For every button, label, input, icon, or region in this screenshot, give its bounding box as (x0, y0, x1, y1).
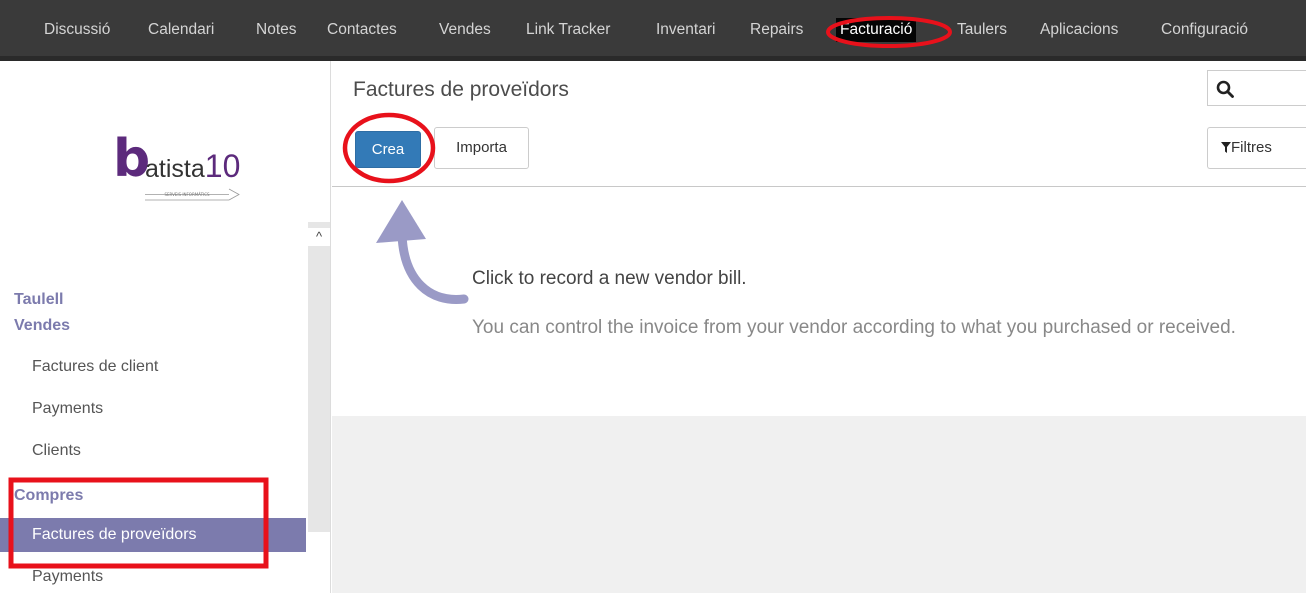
menu-item-vendes[interactable]: Vendes (439, 18, 491, 42)
filters-button[interactable]: Filtres (1207, 127, 1306, 169)
search-icon (1216, 80, 1234, 98)
sidebar-scrollbar[interactable] (308, 222, 330, 532)
sidebar-heading-dashboard[interactable]: Taulell (14, 290, 64, 310)
scroll-up-icon[interactable]: ^ (308, 228, 330, 246)
menu-item-taulers[interactable]: Taulers (957, 18, 1007, 42)
menu-item-repairs[interactable]: Repairs (750, 18, 803, 42)
menu-item-facturacio[interactable]: Facturació (836, 18, 917, 42)
search-input[interactable] (1207, 70, 1306, 106)
menu-item-contactes[interactable]: Contactes (327, 18, 397, 42)
menu-item-configuracio[interactable]: Configuració (1161, 18, 1248, 42)
no-content-help (332, 187, 1306, 416)
control-panel-divider (332, 186, 1306, 187)
filters-label: Filtres (1231, 139, 1272, 156)
company-logo: b atista10 SERVEIS INFORMÀTICS (113, 131, 273, 211)
sidebar-heading-sales: Vendes (14, 317, 71, 334)
menu-item-discussio[interactable]: Discussió (44, 18, 110, 42)
menu-item-inventari[interactable]: Inventari (656, 18, 715, 42)
logo-name: atista10 (145, 148, 241, 184)
sidebar-item-sales-payments[interactable]: Payments (0, 392, 306, 426)
menu-item-calendari[interactable]: Calendari (148, 18, 214, 42)
menu-item-link-tracker[interactable]: Link Tracker (526, 18, 610, 42)
menu-item-aplicacions[interactable]: Aplicacions (1040, 18, 1118, 42)
sidebar-item-clients[interactable]: Clients (0, 434, 306, 468)
page-title: Factures de proveïdors (353, 78, 569, 101)
menu-item-notes[interactable]: Notes (256, 18, 297, 42)
create-button[interactable]: Crea (355, 131, 421, 168)
sidebar-item-customer-invoices[interactable]: Factures de client (0, 350, 306, 384)
logo-name-text: atista (145, 155, 205, 183)
sidebar-heading-purchases: Compres (14, 487, 84, 504)
logo-tagline: SERVEIS INFORMÀTICS (164, 192, 210, 197)
sidebar-item-vendor-bills[interactable]: Factures de proveïdors (0, 518, 306, 552)
help-text: You can control the invoice from your ve… (472, 317, 1236, 338)
logo-suffix: 10 (204, 148, 241, 184)
import-button[interactable]: Importa (434, 127, 529, 169)
help-title: Click to record a new vendor bill. (472, 268, 747, 289)
top-menu-bar: Discussió Calendari Notes Contactes Vend… (0, 0, 1306, 61)
filter-icon (1221, 142, 1231, 153)
logo-tagline-arrow: SERVEIS INFORMÀTICS (145, 188, 240, 201)
sidebar-item-purchase-payments[interactable]: Payments (0, 560, 306, 593)
